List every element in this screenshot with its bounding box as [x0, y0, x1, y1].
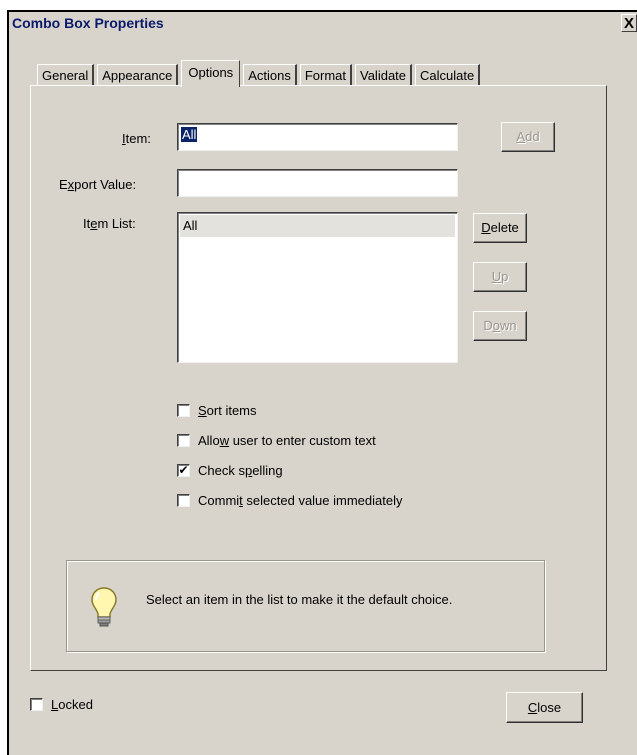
check-spelling-option[interactable]: ✔ Check spelling — [177, 461, 283, 479]
check-spelling-checkbox[interactable]: ✔ — [177, 463, 190, 477]
down-button[interactable]: Down — [473, 311, 527, 341]
tab-format[interactable]: Format — [299, 64, 352, 86]
add-button-mnemonic: A — [516, 129, 526, 144]
list-item[interactable]: All — [180, 215, 455, 237]
item-list-label-post: m List: — [97, 216, 136, 231]
check-spelling-label: Check spelling — [198, 463, 283, 478]
close-button-label: lose — [537, 700, 562, 715]
hint-text: Select an item in the list to make it th… — [146, 592, 453, 607]
custom-text-checkbox[interactable] — [177, 433, 190, 447]
sort-items-checkbox[interactable] — [177, 403, 190, 417]
add-button-label: dd — [525, 129, 540, 144]
export-label-post: port Value: — [74, 177, 137, 192]
item-label-post: tem: — [125, 131, 151, 146]
commit-immediately-checkbox[interactable] — [177, 493, 190, 507]
export-label-pre: E — [59, 177, 68, 192]
tab-appearance[interactable]: Appearance — [97, 64, 179, 86]
custom-text-option[interactable]: Allow user to enter custom text — [177, 431, 376, 449]
locked-label-rest: ocked — [58, 697, 93, 712]
options-panel: Item: All Add Export Value: Item List: A… — [30, 85, 607, 671]
down-button-pre: D — [483, 318, 493, 333]
export-value-label: Export Value: — [59, 177, 136, 192]
hint-box: Select an item in the list to make it th… — [66, 560, 545, 652]
sort-items-label: Sort items — [198, 403, 257, 418]
custom-text-label-post: user to enter custom text — [229, 432, 376, 448]
delete-button[interactable]: Delete — [473, 213, 527, 243]
export-value-input[interactable] — [177, 169, 458, 197]
locked-option[interactable]: Locked — [30, 697, 93, 712]
dialog-title: Combo Box Properties — [12, 15, 164, 31]
item-list-label: Item List: — [83, 216, 136, 231]
sort-items-label-post: ort items — [206, 402, 257, 418]
up-button-mnemonic: U — [491, 269, 502, 284]
item-input-value: All — [181, 127, 198, 142]
tab-general[interactable]: General — [37, 64, 95, 86]
tab-calculate[interactable]: Calculate — [415, 64, 481, 86]
down-button-label: wn — [500, 318, 517, 333]
close-button-mnemonic: C — [527, 700, 538, 715]
sort-items-mnemonic: S — [198, 402, 207, 418]
tab-actions[interactable]: Actions — [243, 64, 297, 86]
item-label: Item: — [122, 131, 151, 146]
custom-text-label: Allow user to enter custom text — [198, 433, 376, 448]
title-close-button[interactable]: X — [621, 14, 637, 32]
tab-options[interactable]: Options — [181, 60, 241, 87]
locked-label: Locked — [51, 697, 93, 712]
custom-text-label-pre: Allo — [198, 432, 220, 448]
custom-text-mnemonic: w — [219, 432, 230, 448]
check-spelling-label-post: elling — [252, 462, 283, 478]
item-list-box[interactable]: All — [177, 212, 458, 363]
close-button[interactable]: Close — [506, 692, 583, 723]
sort-items-option[interactable]: Sort items — [177, 401, 257, 419]
title-bar[interactable]: Combo Box Properties X — [9, 12, 637, 37]
lightbulb-icon — [91, 587, 117, 627]
check-spelling-label-pre: Check s — [198, 462, 245, 478]
down-button-mnemonic: o — [492, 318, 500, 333]
commit-immediately-label: Commit selected value immediately — [198, 493, 403, 508]
commit-label-pre: Commi — [198, 492, 240, 508]
delete-button-mnemonic: D — [481, 220, 491, 235]
up-button-label: p — [501, 269, 509, 284]
commit-immediately-option[interactable]: Commit selected value immediately — [177, 491, 403, 509]
tab-validate[interactable]: Validate — [355, 64, 413, 86]
delete-button-label: elete — [490, 220, 519, 235]
tab-strip: General Appearance Options Actions Forma… — [37, 58, 483, 87]
locked-checkbox[interactable] — [30, 698, 43, 711]
item-input[interactable]: All — [177, 123, 458, 151]
up-button[interactable]: Up — [473, 262, 527, 292]
add-button[interactable]: Add — [501, 122, 555, 152]
commit-label-post: selected value immediately — [242, 492, 403, 508]
